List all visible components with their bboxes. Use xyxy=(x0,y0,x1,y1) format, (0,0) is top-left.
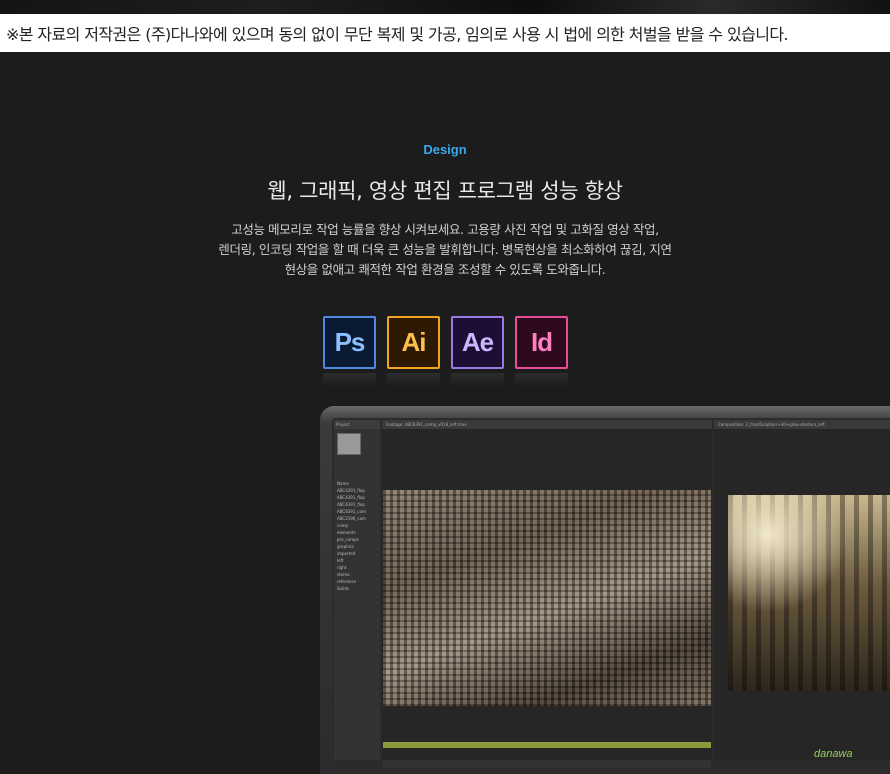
street-composition-image xyxy=(728,495,890,691)
list-item: ABC2196_com xyxy=(337,516,366,521)
project-list: Name ABC4391_flop ABC4391_flop ABC4391_f… xyxy=(337,480,379,592)
list-item: Solids xyxy=(337,586,349,591)
footage-tab: Footage: ABC8391_comp_v018_left.mov xyxy=(382,420,712,429)
project-thumbnail xyxy=(337,433,361,455)
app-icon-row: Ps Ai Ae Id xyxy=(323,316,568,387)
list-item: ABC8391_com xyxy=(337,509,366,514)
list-item: right xyxy=(337,565,347,570)
list-item: pre_comps xyxy=(337,537,359,542)
list-item: elements xyxy=(337,530,356,535)
project-tab: Project xyxy=(334,420,380,429)
laptop-mockup: Project Name ABC4391_flop ABC4391_flop A… xyxy=(320,406,890,774)
list-item: left xyxy=(337,558,344,563)
list-item: imported xyxy=(337,551,356,556)
list-item: comp xyxy=(337,523,349,528)
list-item: Name xyxy=(337,481,349,486)
list-item: graphics xyxy=(337,544,355,549)
timeline-bar xyxy=(383,742,711,748)
list-item: stereo xyxy=(337,572,350,577)
section-title: 웹, 그래픽, 영상 편집 프로그램 성능 향상 xyxy=(267,179,623,203)
list-item: ABC4391_flop xyxy=(337,502,365,507)
watermark-logo: danawa xyxy=(814,748,853,760)
description-line: 현상을 없애고 쾌적한 작업 환경을 조성할 수 있도록 도와줍니다. xyxy=(284,262,606,277)
list-item: ABC4391_flop xyxy=(337,488,365,493)
photoshop-icon: Ps xyxy=(323,316,376,387)
section-label: Design xyxy=(423,142,467,157)
list-item: ABC4391_flop xyxy=(337,495,365,500)
composition-viewer: Composition: 2_frontGraphics+30+glow+tex… xyxy=(714,420,890,760)
editor-screen: Project Name ABC4391_flop ABC4391_flop A… xyxy=(332,418,890,774)
indesign-icon: Id xyxy=(515,316,568,387)
viewer-footer xyxy=(383,760,711,768)
after-effects-icon: Ae xyxy=(451,316,504,387)
top-image-strip xyxy=(0,0,890,14)
list-item: reference xyxy=(337,579,357,584)
illustrator-icon: Ai xyxy=(387,316,440,387)
copyright-notice: ※본 자료의 저작권은 (주)다나와에 있으며 동의 없이 무단 복제 및 가공… xyxy=(0,14,890,52)
description-line: 고성능 메모리로 작업 능률을 향상 시켜보세요. 고용량 사진 작업 및 고화… xyxy=(231,222,659,237)
project-panel: Project Name ABC4391_flop ABC4391_flop A… xyxy=(334,420,380,760)
section-description: 고성능 메모리로 작업 능률을 향상 시켜보세요. 고용량 사진 작업 및 고화… xyxy=(170,220,720,280)
footage-viewer: Footage: ABC8391_comp_v018_left.mov xyxy=(382,420,712,768)
city-footage-image xyxy=(383,490,711,706)
description-line: 렌더링, 인코딩 작업을 할 때 더욱 큰 성능을 발휘합니다. 병목현상을 최… xyxy=(218,242,672,257)
composition-tab: Composition: 2_frontGraphics+30+glow+tex… xyxy=(714,420,890,429)
